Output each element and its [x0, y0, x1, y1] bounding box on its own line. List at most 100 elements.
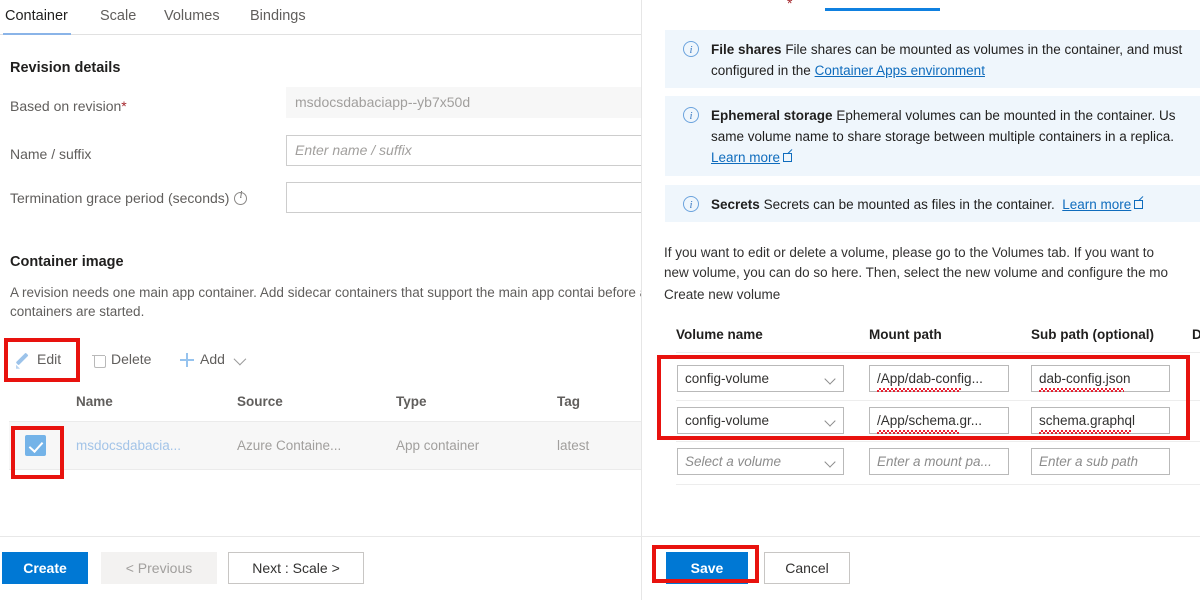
- learn-more-link-secrets[interactable]: Learn more: [1062, 197, 1131, 212]
- spellcheck-underline: [1039, 430, 1131, 434]
- edit-button-label: Edit: [37, 351, 61, 367]
- container-image-heading: Container image: [10, 254, 124, 270]
- container-image-grid: Name Source Type Tag msdocsdabacia... Az…: [9, 383, 641, 470]
- info-icon: [683, 41, 699, 57]
- edit-button[interactable]: Edit: [16, 343, 61, 375]
- tab-bindings[interactable]: Bindings: [248, 0, 316, 35]
- info-icon: [683, 196, 699, 212]
- trash-icon: [92, 353, 105, 368]
- based-on-revision-label-text: Based on revision: [10, 98, 121, 114]
- left-footer-divider: [0, 536, 641, 537]
- tab-scale[interactable]: Scale: [98, 0, 138, 35]
- create-revision-left-panel: Container Scale Volumes Bindings Revisio…: [0, 0, 641, 600]
- cell-source: Azure Containe...: [237, 438, 341, 453]
- chevron-down-icon: [824, 415, 835, 426]
- table-row[interactable]: msdocsdabacia... Azure Containe... App c…: [9, 422, 641, 470]
- sub-path-input-row3[interactable]: Enter a sub path: [1031, 448, 1170, 475]
- tab-bindings-label: Bindings: [250, 8, 306, 24]
- based-on-revision-field: msdocsdabaciapp--yb7x50d: [286, 87, 641, 118]
- info-banner-ephemeral-text: Ephemeral volumes can be mounted in the …: [836, 108, 1175, 123]
- info-banner-secrets-text: Secrets can be mounted as files in the c…: [764, 197, 1055, 212]
- create-button[interactable]: Create: [2, 552, 88, 584]
- row-checkbox[interactable]: [25, 435, 46, 456]
- panel-selected-tab-underline: [825, 8, 940, 11]
- column-header-mount-path: Mount path: [869, 327, 942, 342]
- info-banner-secrets: Secrets Secrets can be mounted as files …: [665, 185, 1200, 222]
- create-new-volume-link[interactable]: Create new volume: [664, 285, 780, 305]
- name-suffix-input[interactable]: Enter name / suffix: [286, 135, 641, 166]
- column-header-type[interactable]: Type: [396, 394, 427, 409]
- volume-name-dropdown-row3-value: Select a volume: [685, 454, 781, 469]
- add-button[interactable]: Add: [180, 343, 243, 375]
- learn-more-link-ephemeral[interactable]: Learn more: [711, 150, 780, 165]
- chevron-down-icon[interactable]: [233, 353, 246, 366]
- termination-grace-period-label: Termination grace period (seconds): [10, 190, 247, 206]
- container-image-grid-header: Name Source Type Tag: [9, 383, 641, 422]
- external-link-icon: [1134, 200, 1143, 209]
- container-image-description: A revision needs one main app container.…: [10, 283, 641, 321]
- external-link-icon: [783, 153, 792, 162]
- column-header-d: D: [1192, 327, 1200, 342]
- chevron-down-icon: [824, 456, 835, 467]
- spellcheck-underline: [877, 430, 959, 434]
- column-header-tag[interactable]: Tag: [557, 394, 580, 409]
- screenshot-root: Container Scale Volumes Bindings Revisio…: [0, 0, 1200, 600]
- tabstrip: Container Scale Volumes Bindings: [0, 0, 641, 35]
- save-button[interactable]: Save: [666, 552, 748, 584]
- column-header-volume-name: Volume name: [676, 327, 763, 342]
- info-banner-file-shares-title: File shares: [711, 42, 782, 57]
- name-suffix-label: Name / suffix: [10, 146, 91, 162]
- spellcheck-underline: [1039, 388, 1124, 392]
- column-header-source[interactable]: Source: [237, 394, 283, 409]
- container-command-bar: Edit Delete Add: [12, 343, 632, 375]
- cell-tag: latest: [557, 438, 589, 453]
- volume-name-dropdown-row2[interactable]: config-volume: [677, 407, 844, 434]
- pencil-icon: [16, 353, 31, 368]
- cancel-button[interactable]: Cancel: [764, 552, 850, 584]
- info-banner-ephemeral-text2: same volume name to share storage betwee…: [711, 129, 1174, 144]
- chevron-down-icon: [824, 373, 835, 384]
- delete-button[interactable]: Delete: [92, 343, 151, 375]
- right-footer-divider: [641, 536, 1200, 537]
- column-header-sub-path: Sub path (optional): [1031, 327, 1154, 342]
- termination-grace-period-input[interactable]: [286, 182, 641, 213]
- volume-name-dropdown-row1[interactable]: config-volume: [677, 365, 844, 392]
- tab-volumes-label: Volumes: [164, 8, 220, 24]
- info-banner-secrets-title: Secrets: [711, 197, 760, 212]
- plus-icon: [180, 353, 194, 367]
- info-icon[interactable]: [234, 192, 247, 205]
- grid-row-divider: [676, 400, 1200, 401]
- previous-button: < Previous: [101, 552, 217, 584]
- info-banner-file-shares-text: File shares can be mounted as volumes in…: [785, 42, 1182, 57]
- info-banner-file-shares: File shares File shares can be mounted a…: [665, 30, 1200, 88]
- required-asterisk: *: [121, 98, 126, 114]
- info-icon: [683, 107, 699, 123]
- panel-tab-required-asterisk: *: [787, 0, 792, 11]
- volume-instructions-line2: new volume, you can do so here. Then, se…: [664, 263, 1200, 283]
- info-banner-file-shares-text2: configured in the: [711, 63, 811, 78]
- tab-container-label: Container: [5, 8, 68, 24]
- container-apps-environment-link[interactable]: Container Apps environment: [815, 63, 985, 78]
- grid-row-divider: [676, 441, 1200, 442]
- column-header-name[interactable]: Name: [76, 394, 113, 409]
- info-banner-ephemeral-storage: Ephemeral storage Ephemeral volumes can …: [665, 96, 1200, 176]
- tab-container[interactable]: Container: [3, 0, 71, 35]
- edit-container-side-panel: * File shares File shares can be mounted…: [641, 0, 1200, 600]
- volume-name-dropdown-row1-value: config-volume: [685, 371, 769, 386]
- cell-type: App container: [396, 438, 479, 453]
- delete-button-label: Delete: [111, 351, 151, 367]
- volume-name-dropdown-row3[interactable]: Select a volume: [677, 448, 844, 475]
- spellcheck-underline: [877, 388, 961, 392]
- termination-grace-period-label-text: Termination grace period (seconds): [10, 190, 229, 206]
- info-banner-ephemeral-title: Ephemeral storage: [711, 108, 833, 123]
- grid-row-divider: [676, 352, 1200, 353]
- cell-name[interactable]: msdocsdabacia...: [76, 438, 181, 453]
- revision-details-heading: Revision details: [10, 60, 120, 76]
- next-scale-button[interactable]: Next : Scale >: [228, 552, 364, 584]
- grid-row-divider: [676, 484, 1200, 485]
- volume-name-dropdown-row2-value: config-volume: [685, 413, 769, 428]
- mount-path-input-row3[interactable]: Enter a mount pa...: [869, 448, 1009, 475]
- tab-volumes[interactable]: Volumes: [162, 0, 224, 35]
- add-button-label: Add: [200, 351, 225, 367]
- tab-scale-label: Scale: [100, 8, 136, 24]
